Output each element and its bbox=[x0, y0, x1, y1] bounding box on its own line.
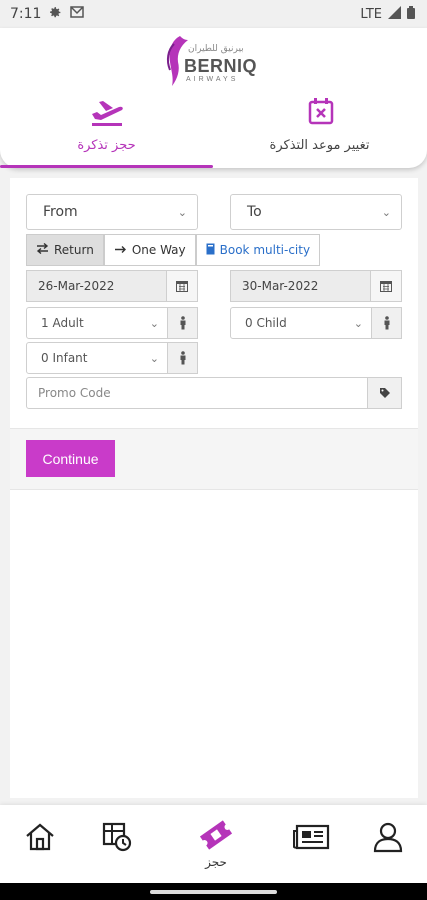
multi-city-label: Book multi-city bbox=[219, 243, 311, 257]
signal-icon bbox=[388, 5, 401, 23]
settings-gear-icon bbox=[49, 6, 62, 23]
to-label: To bbox=[247, 204, 262, 220]
nav-booking[interactable] bbox=[196, 817, 236, 857]
berniq-logo: بيرنيق للطيران BERNIQ AIRWAYS bbox=[162, 32, 272, 88]
infant-person-icon bbox=[168, 342, 198, 374]
tab-change-label: تغيير موعد التذكرة bbox=[269, 138, 370, 153]
one-way-button[interactable]: One Way bbox=[103, 234, 196, 266]
user-icon bbox=[373, 821, 403, 857]
adults-field: 1 Adult ⌄ bbox=[26, 307, 198, 339]
active-tab-indicator bbox=[0, 165, 213, 168]
return-label: Return bbox=[54, 243, 94, 257]
logo-arabic-text: بيرنيق للطيران bbox=[188, 44, 244, 54]
mail-icon bbox=[70, 6, 85, 22]
book-multi-city-button[interactable]: Book multi-city bbox=[195, 234, 321, 266]
logo-name: BERNIQ bbox=[184, 56, 258, 76]
system-gesture-bar bbox=[0, 883, 427, 900]
chevron-down-icon: ⌄ bbox=[149, 316, 159, 330]
network-type: LTE bbox=[360, 6, 382, 22]
chevron-down-icon: ⌄ bbox=[353, 316, 363, 330]
logo-subtitle: AIRWAYS bbox=[186, 76, 239, 83]
booking-card: From ⌄ To ⌄ Return One Way Book multi-ci… bbox=[10, 178, 418, 798]
tab-change-ticket[interactable]: تغيير موعد التذكرة bbox=[213, 96, 426, 166]
depart-date-value: 26-Mar-2022 bbox=[27, 271, 166, 301]
calendar-x-icon bbox=[308, 97, 334, 129]
table-clock-icon bbox=[101, 821, 133, 857]
tab-book-ticket[interactable]: حجز تذكرة bbox=[0, 96, 213, 168]
chevron-down-icon: ⌄ bbox=[177, 205, 187, 219]
chevron-down-icon: ⌄ bbox=[149, 351, 159, 365]
nav-home[interactable] bbox=[20, 819, 60, 859]
nav-profile[interactable] bbox=[368, 819, 408, 859]
children-value: 0 Child bbox=[245, 316, 287, 330]
depart-date-field[interactable]: 26-Mar-2022 bbox=[26, 270, 198, 302]
promo-code-field: Promo Code bbox=[26, 377, 402, 409]
newspaper-icon bbox=[292, 823, 330, 855]
swap-arrows-icon bbox=[36, 242, 49, 257]
child-person-icon bbox=[372, 307, 402, 339]
children-select[interactable]: 0 Child ⌄ bbox=[230, 307, 372, 339]
booking-form: From ⌄ To ⌄ Return One Way Book multi-ci… bbox=[10, 178, 418, 430]
nav-news[interactable] bbox=[291, 819, 331, 859]
airplane-icon bbox=[89, 98, 125, 130]
status-bar: 7:11 LTE bbox=[0, 0, 427, 28]
nav-schedule[interactable] bbox=[97, 819, 137, 859]
app-header: بيرنيق للطيران BERNIQ AIRWAYS حجز تذكرة … bbox=[0, 28, 427, 168]
to-select[interactable]: To ⌄ bbox=[230, 194, 402, 230]
arrow-right-icon bbox=[114, 243, 127, 257]
calendar-icon[interactable] bbox=[166, 271, 197, 301]
infants-value: 0 Infant bbox=[41, 351, 88, 365]
infants-field: 0 Infant ⌄ bbox=[26, 342, 198, 374]
continue-button[interactable]: Continue bbox=[26, 440, 115, 477]
tab-book-label: حجز تذكرة bbox=[77, 138, 136, 153]
return-date-value: 30-Mar-2022 bbox=[231, 271, 370, 301]
adults-value: 1 Adult bbox=[41, 316, 84, 330]
from-select[interactable]: From ⌄ bbox=[26, 194, 198, 230]
return-button[interactable]: Return bbox=[26, 234, 104, 266]
ticket-icon bbox=[198, 818, 234, 856]
infants-select[interactable]: 0 Infant ⌄ bbox=[26, 342, 168, 374]
one-way-label: One Way bbox=[131, 243, 186, 257]
status-right: LTE bbox=[360, 5, 415, 23]
nav-booking-label: حجز bbox=[205, 855, 227, 869]
promo-code-input[interactable]: Promo Code bbox=[26, 377, 368, 409]
children-field: 0 Child ⌄ bbox=[230, 307, 402, 339]
calendar-icon[interactable] bbox=[370, 271, 401, 301]
adult-person-icon bbox=[168, 307, 198, 339]
book-icon bbox=[206, 243, 215, 258]
tag-icon bbox=[368, 377, 402, 409]
status-time: 7:11 bbox=[10, 6, 42, 22]
from-label: From bbox=[43, 204, 78, 220]
home-gesture-pill[interactable] bbox=[150, 890, 277, 894]
status-left: 7:11 bbox=[10, 6, 85, 23]
trip-type-group: Return One Way Book multi-city bbox=[26, 234, 321, 266]
chevron-down-icon: ⌄ bbox=[381, 205, 391, 219]
bottom-navigation: حجز bbox=[0, 805, 427, 883]
return-date-field[interactable]: 30-Mar-2022 bbox=[230, 270, 402, 302]
adults-select[interactable]: 1 Adult ⌄ bbox=[26, 307, 168, 339]
battery-icon bbox=[407, 5, 415, 23]
home-icon bbox=[24, 821, 56, 857]
